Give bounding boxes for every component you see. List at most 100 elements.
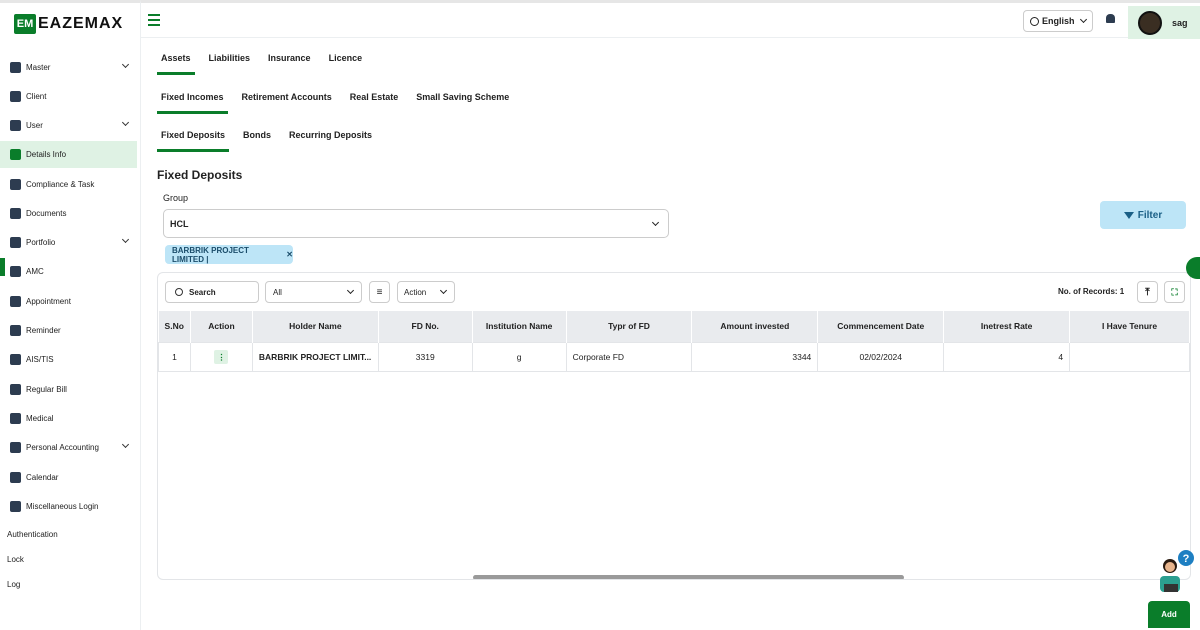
chevron-down-icon: [121, 60, 130, 69]
sidebar-item-personal-accounting[interactable]: Personal Accounting: [0, 434, 137, 461]
column-header[interactable]: Institution Name: [472, 311, 567, 342]
misc-login-icon: [10, 501, 21, 512]
tab-fixed-incomes[interactable]: Fixed Incomes: [157, 88, 228, 114]
bill-icon: [10, 384, 21, 395]
export-icon: ⤒: [1145, 286, 1150, 298]
logo-mark: EM: [14, 14, 36, 34]
page-title: Fixed Deposits: [157, 168, 243, 182]
column-filter-button[interactable]: ≡: [369, 281, 390, 303]
svg-text:?: ?: [1183, 553, 1190, 565]
search-placeholder: Search: [189, 287, 216, 297]
sidebar-item-master[interactable]: Master: [0, 54, 137, 81]
logo-text: EAZEMAX: [38, 15, 124, 32]
tab-assets[interactable]: Assets: [157, 49, 195, 75]
all-select[interactable]: All: [265, 281, 362, 303]
tab-insurance[interactable]: Insurance: [264, 49, 315, 75]
sidebar-item-compliance-task[interactable]: Compliance & Task: [0, 171, 137, 198]
sidebar-item-calendar[interactable]: Calendar: [0, 464, 137, 491]
column-header[interactable]: Commencement Date: [817, 311, 945, 342]
tab-licence[interactable]: Licence: [325, 49, 367, 75]
app-logo[interactable]: EM EAZEMAX: [14, 13, 123, 35]
column-header[interactable]: S.No: [158, 311, 191, 342]
selected-chip: BARBRIK PROJECT LIMITED | ✕: [165, 245, 293, 264]
row-action-menu-icon[interactable]: ⋮: [214, 349, 229, 364]
horizontal-scrollbar[interactable]: [473, 575, 904, 579]
action-select-value: Action: [404, 287, 427, 297]
sidebar-item-appointment[interactable]: Appointment: [0, 288, 137, 315]
column-header[interactable]: Inetrest Rate: [943, 311, 1071, 342]
tab-real-estate[interactable]: Real Estate: [346, 88, 403, 114]
column-header[interactable]: Typr of FD: [566, 311, 693, 342]
fullscreen-button[interactable]: ⛶: [1164, 281, 1185, 303]
hamburger-menu-icon[interactable]: [148, 14, 160, 26]
tabs-level2: Fixed Incomes Retirement Accounts Real E…: [157, 88, 523, 114]
sidebar-item-log[interactable]: Log: [7, 580, 20, 589]
amc-icon: [10, 266, 21, 277]
sidebar-collapse-handle[interactable]: [0, 258, 5, 276]
sidebar-item-lock[interactable]: Lock: [7, 555, 24, 564]
column-header[interactable]: Holder Name: [252, 311, 379, 342]
compliance-icon: [10, 179, 21, 190]
support-assistant-icon[interactable]: ?: [1150, 548, 1198, 596]
reminder-icon: [10, 325, 21, 336]
sidebar-item-label: Reminder: [26, 326, 61, 335]
chevron-down-icon: [346, 286, 355, 295]
sidebar-item-user[interactable]: User: [0, 112, 137, 139]
notification-bell-icon[interactable]: [1106, 14, 1115, 23]
top-bar: English sag: [141, 0, 1200, 39]
tab-recurring-deposits[interactable]: Recurring Deposits: [285, 126, 376, 152]
sidebar-item-portfolio[interactable]: Portfolio: [0, 229, 137, 256]
search-input[interactable]: Search: [165, 281, 259, 303]
sidebar-item-details-info[interactable]: Details Info: [0, 141, 137, 168]
sidebar-item-label: User: [26, 121, 43, 130]
chevron-down-icon: [439, 286, 448, 295]
documents-icon: [10, 208, 21, 219]
record-count: No. of Records: 1: [1058, 287, 1125, 296]
sidebar-item-label: Documents: [26, 209, 67, 218]
column-header[interactable]: I Have Tenure: [1069, 311, 1190, 342]
sidebar-item-reminder[interactable]: Reminder: [0, 317, 137, 344]
action-select[interactable]: Action: [397, 281, 455, 303]
tab-small-saving-scheme[interactable]: Small Saving Scheme: [412, 88, 513, 114]
chevron-down-icon: [1079, 15, 1087, 24]
user-menu[interactable]: sag: [1128, 6, 1200, 39]
group-select[interactable]: HCL: [163, 209, 669, 238]
export-button[interactable]: ⤒: [1137, 281, 1158, 303]
language-selector[interactable]: English: [1023, 10, 1093, 32]
add-button[interactable]: Add: [1148, 601, 1190, 628]
filter-lines-icon: ≡: [376, 286, 383, 298]
tab-bonds[interactable]: Bonds: [239, 126, 275, 152]
chevron-down-icon: [651, 218, 660, 227]
sidebar-item-documents[interactable]: Documents: [0, 200, 137, 227]
tab-fixed-deposits[interactable]: Fixed Deposits: [157, 126, 230, 152]
tabs-level3: Fixed Deposits Bonds Recurring Deposits: [157, 126, 386, 152]
sidebar-item-miscellaneous-login[interactable]: Miscellaneous Login: [0, 493, 137, 520]
group-label: Group: [163, 193, 189, 203]
column-header[interactable]: Amount invested: [691, 311, 819, 342]
close-icon[interactable]: ✕: [286, 250, 293, 259]
search-icon: [175, 288, 183, 296]
group-value: HCL: [170, 218, 189, 229]
sidebar-item-medical[interactable]: Medical: [0, 405, 137, 432]
table-row[interactable]: 1 ⋮ BARBRIK PROJECT LIMIT... 3319 g Corporate…: [158, 341, 1190, 372]
sidebar-item-authentication[interactable]: Authentication: [7, 530, 58, 539]
sidebar-item-label: Medical: [26, 414, 54, 423]
accounting-icon: [10, 442, 21, 453]
tabs-level1: Assets Liabilities Insurance Licence: [157, 49, 376, 75]
sidebar-item-label: Portfolio: [26, 238, 56, 247]
sidebar-item-label: Miscellaneous Login: [26, 502, 99, 511]
sidebar-item-amc[interactable]: AMC: [0, 258, 137, 285]
sidebar-item-ais-tis[interactable]: AIS/TIS: [0, 346, 137, 373]
sidebar-item-label: Personal Accounting: [26, 443, 99, 452]
table-cell: Corporate FD: [565, 341, 693, 372]
ais-icon: [10, 354, 21, 365]
filter-button[interactable]: Filter: [1100, 201, 1186, 229]
filter-icon: [1123, 211, 1134, 219]
sidebar-item-regular-bill[interactable]: Regular Bill: [0, 376, 137, 403]
sidebar-item-client[interactable]: Client: [0, 83, 137, 110]
medical-icon: [10, 413, 21, 424]
column-header[interactable]: Action: [190, 311, 253, 342]
tab-liabilities[interactable]: Liabilities: [205, 49, 255, 75]
column-header[interactable]: FD No.: [378, 311, 473, 342]
tab-retirement-accounts[interactable]: Retirement Accounts: [238, 88, 336, 114]
